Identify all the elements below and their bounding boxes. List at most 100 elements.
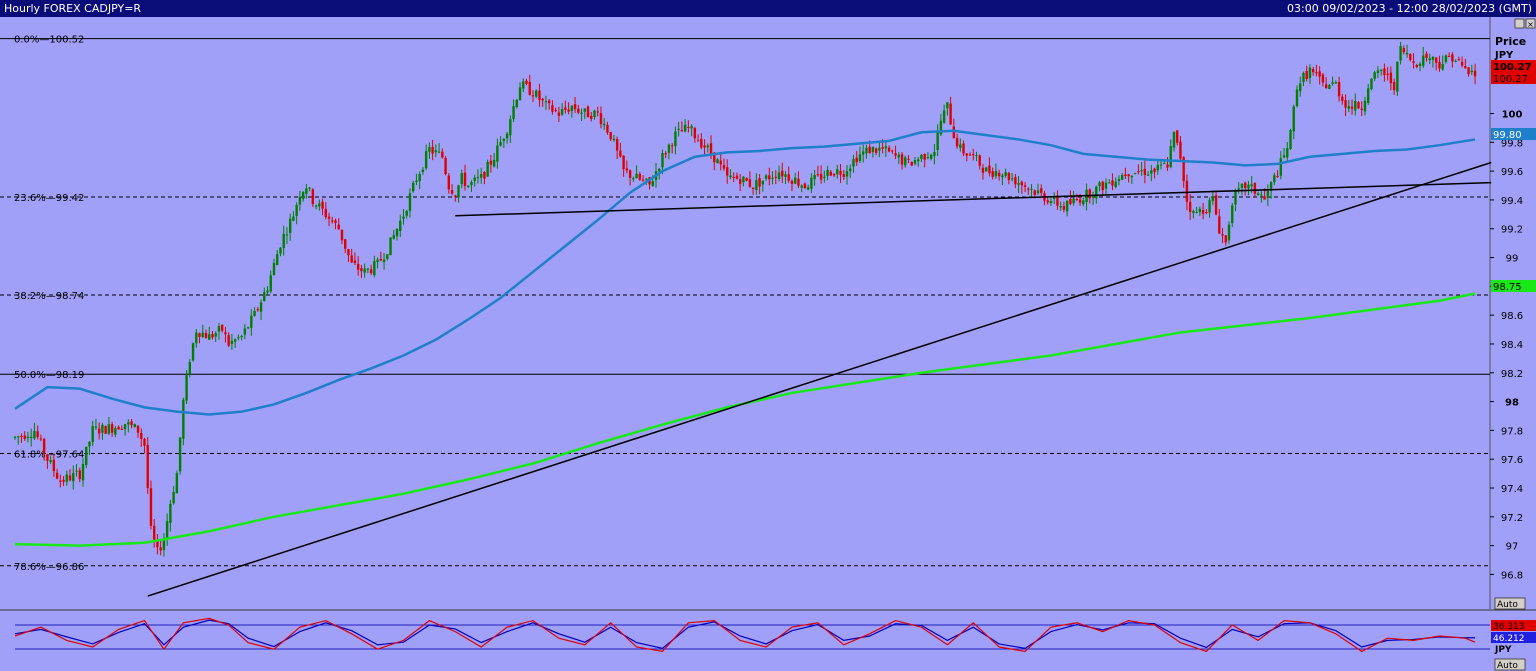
candle-body bbox=[897, 154, 900, 158]
candle-body bbox=[1065, 200, 1069, 212]
candle-body bbox=[311, 189, 315, 205]
candle-body bbox=[544, 101, 548, 103]
candle-body bbox=[143, 438, 146, 446]
candle-body bbox=[560, 108, 564, 115]
candle-body bbox=[1464, 66, 1467, 69]
candle-body bbox=[1227, 224, 1231, 241]
candle-body bbox=[586, 106, 590, 118]
candle-body bbox=[729, 175, 732, 178]
main-plot-area bbox=[0, 17, 1490, 609]
candle-body bbox=[1299, 83, 1302, 92]
candle-body bbox=[1376, 70, 1380, 74]
price-tick-label: 98.2 bbox=[1501, 369, 1523, 380]
candle-body bbox=[499, 141, 502, 146]
candle-body bbox=[1470, 70, 1474, 73]
ma-slow-label: 98.75 bbox=[1493, 282, 1522, 293]
candle-body bbox=[852, 158, 855, 167]
minimize-button[interactable] bbox=[1514, 18, 1525, 29]
candle-body bbox=[1179, 141, 1182, 159]
candle-body bbox=[276, 254, 279, 266]
candle-body bbox=[955, 137, 959, 147]
candle-body bbox=[972, 154, 975, 156]
candle-body bbox=[635, 173, 638, 179]
candle-body bbox=[573, 104, 577, 110]
candle-body bbox=[389, 237, 392, 256]
candle-body bbox=[1305, 71, 1308, 80]
candle-body bbox=[1373, 72, 1376, 79]
candle-body bbox=[696, 140, 700, 142]
candle-body bbox=[366, 268, 370, 270]
candle-body bbox=[619, 150, 622, 157]
fib-level-label: 38.2%—98.74 bbox=[14, 291, 84, 302]
candle-body bbox=[1396, 61, 1399, 92]
candle-body bbox=[1062, 205, 1066, 210]
candle-body bbox=[836, 169, 839, 175]
candle-body bbox=[641, 179, 645, 181]
candle-body bbox=[308, 187, 311, 189]
candle-body bbox=[706, 145, 709, 148]
price-tick-label: 98.4 bbox=[1501, 340, 1523, 351]
candle-body bbox=[447, 175, 451, 190]
candle-body bbox=[816, 174, 820, 176]
candle-body bbox=[1389, 72, 1393, 84]
candle-body bbox=[1017, 183, 1020, 185]
candle-body bbox=[871, 146, 875, 153]
candle-body bbox=[784, 174, 787, 177]
candle-body bbox=[774, 176, 777, 178]
candle-body bbox=[101, 424, 104, 433]
candle-body bbox=[1234, 191, 1237, 205]
candle-body bbox=[130, 421, 133, 426]
candle-body bbox=[1072, 198, 1075, 204]
candle-body bbox=[214, 333, 217, 337]
candle-body bbox=[800, 185, 803, 188]
candle-body bbox=[369, 269, 373, 274]
candle-body bbox=[185, 375, 188, 401]
candle-body bbox=[949, 103, 952, 125]
candle-body bbox=[492, 160, 496, 167]
candle-body bbox=[1163, 163, 1166, 165]
candle-body bbox=[217, 326, 221, 332]
candle-body bbox=[861, 151, 865, 155]
stoch-k-label: 36.313 bbox=[1493, 622, 1525, 632]
candle-body bbox=[233, 339, 237, 342]
candle-body bbox=[23, 435, 26, 439]
candle-body bbox=[787, 174, 790, 181]
candle-body bbox=[1253, 183, 1257, 194]
candle-body bbox=[444, 158, 447, 174]
candle-body bbox=[1360, 108, 1363, 110]
candle-body bbox=[1172, 131, 1176, 148]
candle-body bbox=[593, 110, 596, 118]
candle-body bbox=[680, 129, 684, 132]
candle-body bbox=[1399, 45, 1402, 61]
candle-body bbox=[305, 188, 308, 194]
candle-body bbox=[813, 175, 816, 180]
candle-body bbox=[1188, 201, 1192, 212]
candle-body bbox=[1049, 201, 1053, 204]
candle-body bbox=[136, 425, 140, 433]
candle-body bbox=[1185, 180, 1189, 202]
candle-body bbox=[1405, 52, 1409, 55]
candle-body bbox=[340, 229, 344, 241]
candle-body bbox=[489, 160, 493, 165]
candle-body bbox=[1095, 186, 1098, 199]
candle-body bbox=[716, 159, 719, 164]
candle-body bbox=[823, 176, 826, 178]
candle-body bbox=[1321, 74, 1325, 83]
candle-body bbox=[272, 262, 276, 275]
candle-body bbox=[395, 229, 399, 237]
axis-unit: JPY bbox=[1494, 50, 1514, 61]
candle-body bbox=[1292, 106, 1295, 132]
candle-body bbox=[1033, 190, 1036, 195]
candle-body bbox=[450, 190, 454, 194]
candle-body bbox=[1324, 84, 1328, 89]
candle-body bbox=[211, 333, 214, 338]
candle-body bbox=[13, 436, 17, 438]
candle-body bbox=[991, 171, 994, 177]
candle-body bbox=[321, 201, 324, 209]
candle-body bbox=[65, 474, 68, 482]
price-chart[interactable]: 0.0%—100.52 23.6%—99.42 38.2%—98.74 50.0%—9… bbox=[0, 17, 1536, 671]
candle-body bbox=[408, 193, 412, 211]
price-tick-label: 98.6 bbox=[1501, 311, 1523, 322]
candle-body bbox=[1075, 199, 1079, 201]
candle-body bbox=[515, 99, 518, 108]
